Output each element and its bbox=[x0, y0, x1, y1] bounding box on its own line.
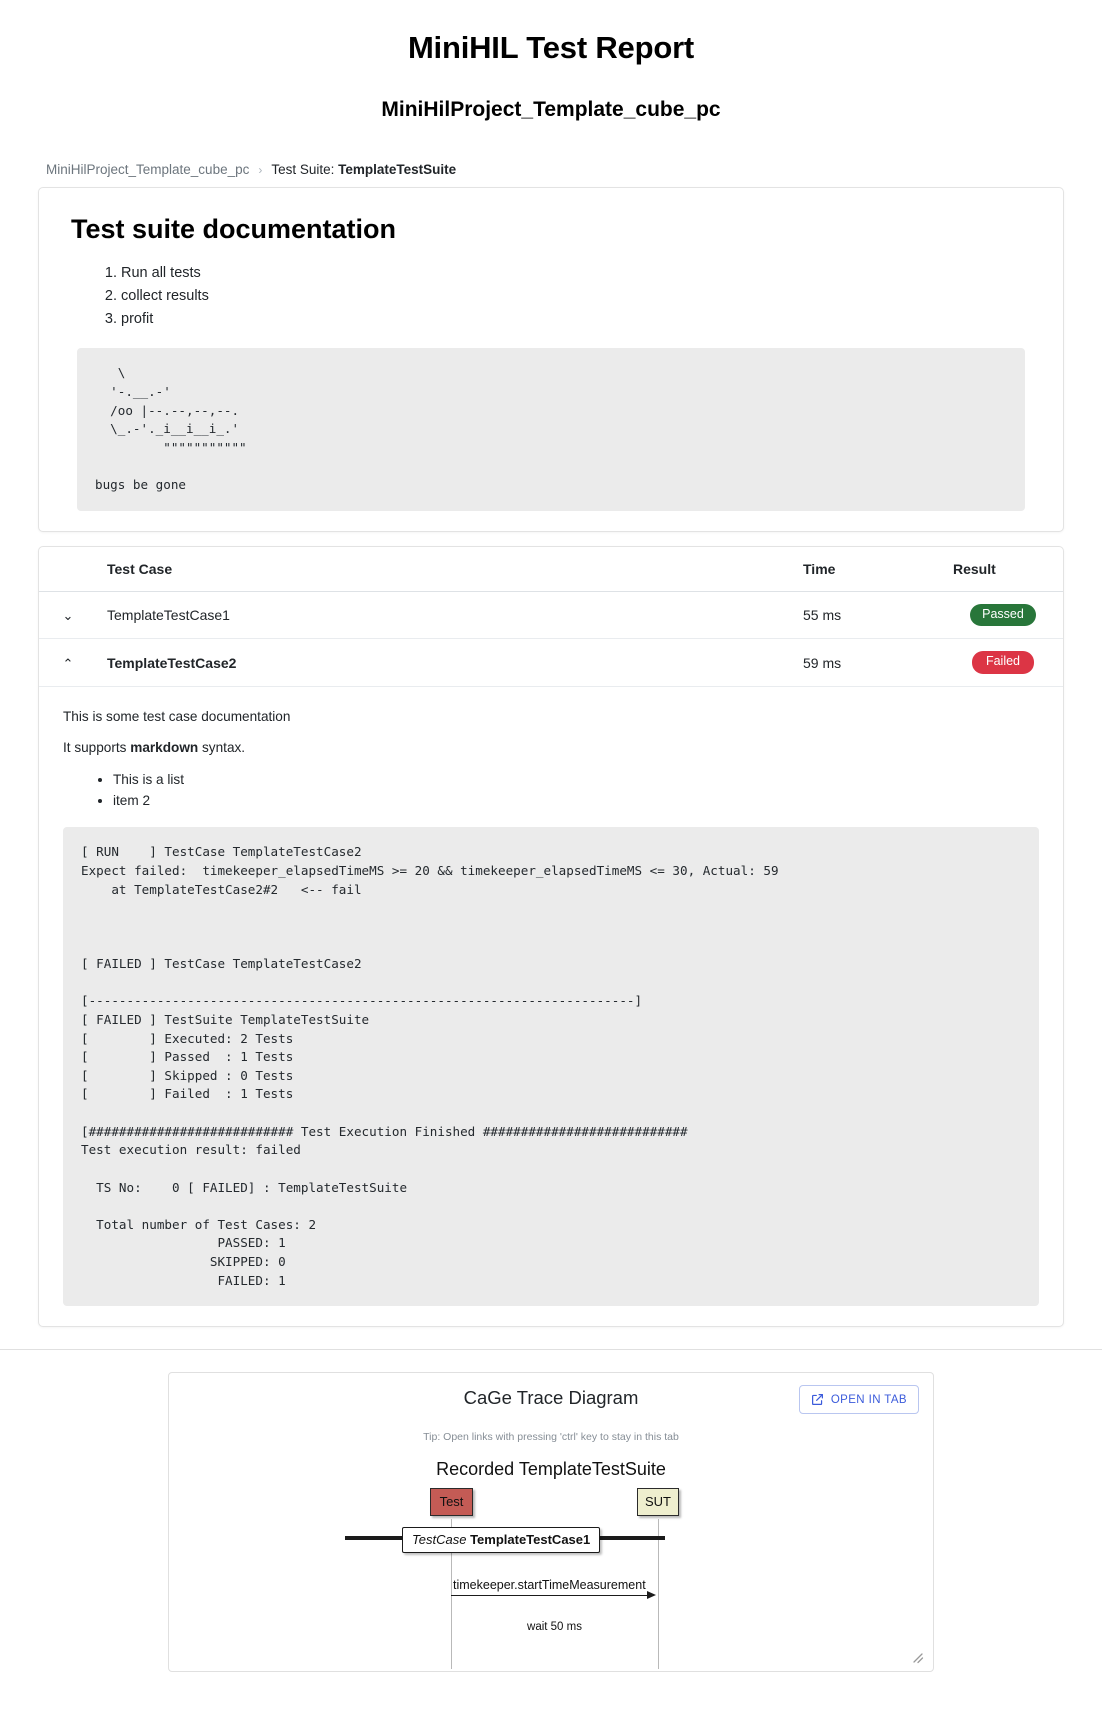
table-body: ⌄ TemplateTestCase1 55 ms Passed ⌃ Templ… bbox=[39, 591, 1063, 1326]
detail-paragraph-2-pre: It supports bbox=[63, 740, 131, 756]
table-detail-cell: This is some test case documentation It … bbox=[39, 687, 1063, 1327]
ascii-art-container: \ '-.__.-' /oo |--.--,--,--. \_.-'._i__i… bbox=[77, 348, 1025, 511]
column-result: Result bbox=[943, 546, 1063, 592]
test-case-name: TemplateTestCase1 bbox=[97, 591, 793, 640]
chevron-up-icon[interactable]: ⌃ bbox=[63, 658, 74, 671]
external-link-icon bbox=[811, 1393, 824, 1406]
resize-handle[interactable] bbox=[911, 1651, 925, 1665]
actor-box-sut[interactable]: SUT bbox=[637, 1488, 679, 1517]
table-header-row: Test Case Time Result bbox=[39, 546, 1063, 592]
row-toggle-cell[interactable]: ⌄ bbox=[39, 591, 97, 640]
test-case-name: TemplateTestCase2 bbox=[97, 638, 793, 688]
sequence-diagram: Test SUT TestCase TemplateTestCase1 time… bbox=[169, 1488, 933, 1670]
testcase-label-name: TemplateTestCase1 bbox=[470, 1532, 591, 1548]
status-badge: Passed bbox=[970, 603, 1036, 627]
test-case-table-card: Test Case Time Result ⌄ TemplateTestCase… bbox=[38, 545, 1064, 1328]
list-item: This is a list bbox=[113, 769, 1041, 790]
trace-diagram-tip: Tip: Open links with pressing 'ctrl' key… bbox=[423, 1431, 679, 1444]
detail-paragraph-2: It supports markdown syntax. bbox=[63, 740, 1041, 755]
test-case-table: Test Case Time Result ⌄ TemplateTestCase… bbox=[39, 546, 1063, 1327]
detail-paragraph-2-bold: markdown bbox=[130, 740, 199, 756]
table-row[interactable]: ⌃ TemplateTestCase2 59 ms Failed bbox=[39, 638, 1063, 688]
table-header: Test Case Time Result bbox=[39, 546, 1063, 592]
list-item: Run all tests bbox=[121, 263, 1037, 285]
trace-diagram-header: CaGe Trace Diagram OPEN IN TAB bbox=[169, 1373, 933, 1427]
suite-documentation-steps: Run all tests collect results profit bbox=[65, 263, 1037, 330]
trace-diagram-card: CaGe Trace Diagram OPEN IN TAB Tip: Open… bbox=[168, 1372, 934, 1673]
chevron-right-icon: › bbox=[258, 162, 263, 177]
trace-diagram-subtitle: Recorded TemplateTestSuite bbox=[436, 1459, 666, 1480]
column-time: Time bbox=[793, 546, 943, 592]
open-in-tab-label: OPEN IN TAB bbox=[830, 1393, 907, 1406]
column-toggle bbox=[39, 546, 97, 592]
breadcrumb: MiniHilProject_Template_cube_pc › Test S… bbox=[0, 162, 1102, 177]
breadcrumb-item-project[interactable]: MiniHilProject_Template_cube_pc bbox=[46, 162, 249, 177]
ascii-art-block: \ '-.__.-' /oo |--.--,--,--. \_.-'._i__i… bbox=[77, 348, 1025, 511]
detail-paragraph-2-post: syntax. bbox=[198, 740, 246, 756]
list-item: profit bbox=[121, 309, 1037, 331]
breadcrumb-item-current: Test Suite: TemplateTestSuite bbox=[271, 162, 456, 177]
wait-note: wait 50 ms bbox=[527, 1621, 582, 1634]
log-output-container: [ RUN ] TestCase TemplateTestCase2 Expec… bbox=[63, 827, 1039, 1307]
breadcrumb-current-prefix: Test Suite: bbox=[271, 162, 339, 177]
test-case-time: 55 ms bbox=[793, 591, 943, 640]
table-detail-row: This is some test case documentation It … bbox=[39, 687, 1063, 1327]
report-page: MiniHIL Test Report MiniHilProject_Templ… bbox=[0, 16, 1102, 1673]
row-toggle-cell[interactable]: ⌃ bbox=[39, 638, 97, 688]
trace-diagram-section: CaGe Trace Diagram OPEN IN TAB Tip: Open… bbox=[0, 1349, 1102, 1673]
test-case-result-cell: Passed bbox=[943, 591, 1063, 640]
actor-box-test[interactable]: Test bbox=[430, 1488, 473, 1517]
test-case-result-cell: Failed bbox=[943, 638, 1063, 688]
message-arrow-head-icon bbox=[647, 1591, 656, 1600]
log-output-block: [ RUN ] TestCase TemplateTestCase2 Expec… bbox=[63, 827, 1039, 1307]
message-arrow-line bbox=[451, 1595, 651, 1597]
testcase-label-kind: TestCase bbox=[412, 1532, 467, 1548]
suite-documentation-heading: Test suite documentation bbox=[71, 214, 397, 244]
table-row[interactable]: ⌄ TemplateTestCase1 55 ms Passed bbox=[39, 591, 1063, 640]
list-item: item 2 bbox=[113, 790, 1041, 811]
list-item: collect results bbox=[121, 286, 1037, 308]
status-badge: Failed bbox=[972, 651, 1034, 675]
page-subtitle: MiniHilProject_Template_cube_pc bbox=[381, 98, 721, 121]
lifeline-sut bbox=[658, 1519, 659, 1670]
detail-paragraph-1: This is some test case documentation bbox=[63, 709, 291, 725]
breadcrumb-current-value: TemplateTestSuite bbox=[338, 162, 457, 177]
suite-documentation-card: Test suite documentation Run all tests c… bbox=[38, 187, 1064, 532]
column-test-case: Test Case bbox=[97, 546, 793, 592]
test-case-detail: This is some test case documentation It … bbox=[39, 687, 1063, 1326]
open-in-tab-button[interactable]: OPEN IN TAB bbox=[798, 1385, 919, 1415]
page-title: MiniHIL Test Report bbox=[407, 30, 695, 65]
detail-bullet-list: This is a list item 2 bbox=[61, 769, 1041, 811]
test-case-time: 59 ms bbox=[793, 638, 943, 688]
testcase-label[interactable]: TestCase TemplateTestCase1 bbox=[402, 1527, 601, 1554]
message-arrow-label[interactable]: timekeeper.startTimeMeasurement bbox=[453, 1578, 646, 1592]
chevron-down-icon[interactable]: ⌄ bbox=[63, 610, 74, 623]
